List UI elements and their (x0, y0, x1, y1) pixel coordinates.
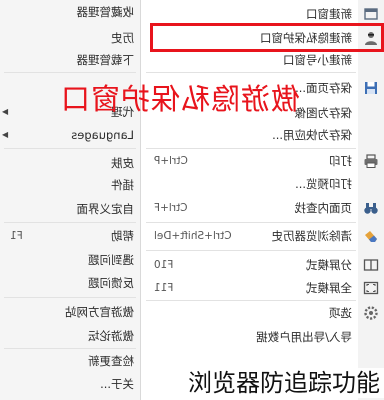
menu-item-label: 反馈问题 (88, 276, 134, 290)
menu-item-find-in-page[interactable]: 页面内查找 Ctrl+F (142, 197, 384, 219)
menu-item-skins[interactable]: 皮肤 (0, 152, 140, 174)
menu-item-label: 分屏模式 (306, 258, 352, 272)
menu-divider (4, 348, 136, 349)
menu-item-label: 打印预览... (295, 177, 352, 191)
menu-item-save-as-quick-app[interactable]: 保存为快应用... (142, 124, 384, 146)
menu-item-official-site[interactable]: 傲游官方网站 (0, 301, 140, 323)
menu-item-print-preview[interactable]: 打印预览... (142, 173, 384, 195)
menu-item-shortcut: Ctrl+Shift+Del (154, 230, 232, 242)
menu-item-label: 傲游官方网站 (65, 305, 134, 319)
menu-item-label: 皮肤 (111, 156, 134, 170)
menu-divider (146, 148, 356, 149)
menu-item-label: 保存为快应用... (272, 128, 352, 142)
fullscreen-icon (363, 281, 379, 295)
menu-item-import-export[interactable]: 导入/导出用户数据 (142, 326, 384, 348)
submenu-arrow-icon: ▶ (2, 130, 9, 139)
menu-divider (4, 222, 136, 223)
menu-item-encounter-problem[interactable]: 遇到问题 (0, 249, 140, 271)
options-icon (364, 306, 378, 320)
menu-item-shortcut: F10 (154, 259, 174, 271)
menu-item-label: 全屏模式 (306, 281, 352, 295)
menu-item-new-alt-window[interactable]: 新建小号窗口 (142, 49, 384, 71)
new-window-icon (364, 8, 378, 20)
menu-item-shortcut: Ctrl+F (154, 202, 188, 214)
caption-text: 浏览器防追踪功能 (184, 368, 384, 398)
menu-item-label: 收藏管理器 (76, 5, 135, 19)
print-icon (364, 154, 378, 168)
menu-item-label: 自定义界面 (76, 202, 135, 216)
menu-item-label: 导入/导出用户数据 (256, 330, 352, 344)
menu-item-shortcut: Ctrl+P (154, 155, 188, 167)
save-icon (365, 82, 377, 94)
menu-item-label: 历史 (111, 31, 134, 45)
menu-divider (146, 300, 356, 301)
menu-divider (4, 148, 136, 149)
menu-item-about[interactable]: 关于... (0, 373, 140, 395)
menu-divider (146, 222, 356, 223)
menu-item-help[interactable]: 帮助 F1 (0, 225, 140, 247)
menu-item-languages[interactable]: Languages ▶ (0, 124, 140, 146)
menu-divider (4, 72, 136, 73)
menu-item-label: 检查更新 (88, 354, 134, 368)
menu-item-label: Languages (71, 128, 134, 142)
menu-divider (4, 297, 136, 298)
menu-divider (146, 250, 356, 251)
clear-history-icon (365, 231, 377, 242)
menu-item-customize-ui[interactable]: 自定义界面 (0, 198, 140, 220)
highlight-box (150, 23, 384, 52)
menu-item-label: 保存为图像 (294, 106, 353, 120)
menu-item-fullscreen[interactable]: 全屏模式 F11 (142, 277, 384, 299)
menu-item-print[interactable]: 打印 Ctrl+P (142, 150, 384, 172)
split-screen-icon (363, 259, 379, 271)
menu-item-clear-history[interactable]: 清除浏览器历史 Ctrl+Shift+Del (142, 225, 384, 247)
menu-item-plugins[interactable]: 插件 (0, 174, 140, 196)
menu-item-label: 傲游论坛 (88, 329, 134, 343)
menu-item-check-updates[interactable]: 检查更新 (0, 350, 140, 372)
menu-item-split-screen[interactable]: 分屏模式 F10 (142, 254, 384, 276)
menu-item-feedback[interactable]: 反馈问题 (0, 272, 140, 294)
menu-item-label: 下载管理器 (76, 53, 135, 67)
menu-item-label: 新建小号窗口 (283, 53, 352, 67)
find-icon (364, 203, 378, 214)
menu-item-label: 打印 (329, 154, 352, 168)
menu-item-history[interactable]: 历史 (0, 27, 140, 49)
menu-item-label: 清除浏览器历史 (271, 229, 353, 243)
menu-item-options[interactable]: 选项 (142, 302, 384, 324)
menu-item-shortcut: F11 (154, 282, 174, 294)
menu-item-shortcut: F1 (10, 230, 23, 242)
menu-item-favorites-manager[interactable]: 收藏管理器 (0, 1, 140, 23)
annotation-text: 傲游隐私保护窗口 (59, 82, 300, 116)
menu-item-label: 插件 (111, 178, 134, 192)
menu-item-label: 选项 (329, 306, 352, 320)
menu-item-download-manager[interactable]: 下载管理器 (0, 49, 140, 71)
menu-item-label: 保存页面... (295, 81, 352, 95)
menu-item-new-window[interactable]: 新建窗口 (142, 3, 384, 25)
menu-item-label: 帮助 (111, 229, 134, 243)
menu-item-forum[interactable]: 傲游论坛 (0, 325, 140, 347)
menu-item-label: 遇到问题 (88, 253, 134, 267)
browser-menu-mirrored: 新建窗口 新建隐私保护窗口 新建小号窗口 保存页面... 保存为图像 保存为快应… (0, 0, 384, 400)
submenu-arrow-icon: ▶ (2, 107, 9, 116)
menu-item-label: 页面内查找 (294, 201, 353, 215)
menu-item-label: 新建窗口 (306, 7, 352, 21)
menu-item-label: 关于... (100, 377, 134, 391)
menu-divider (146, 72, 356, 73)
